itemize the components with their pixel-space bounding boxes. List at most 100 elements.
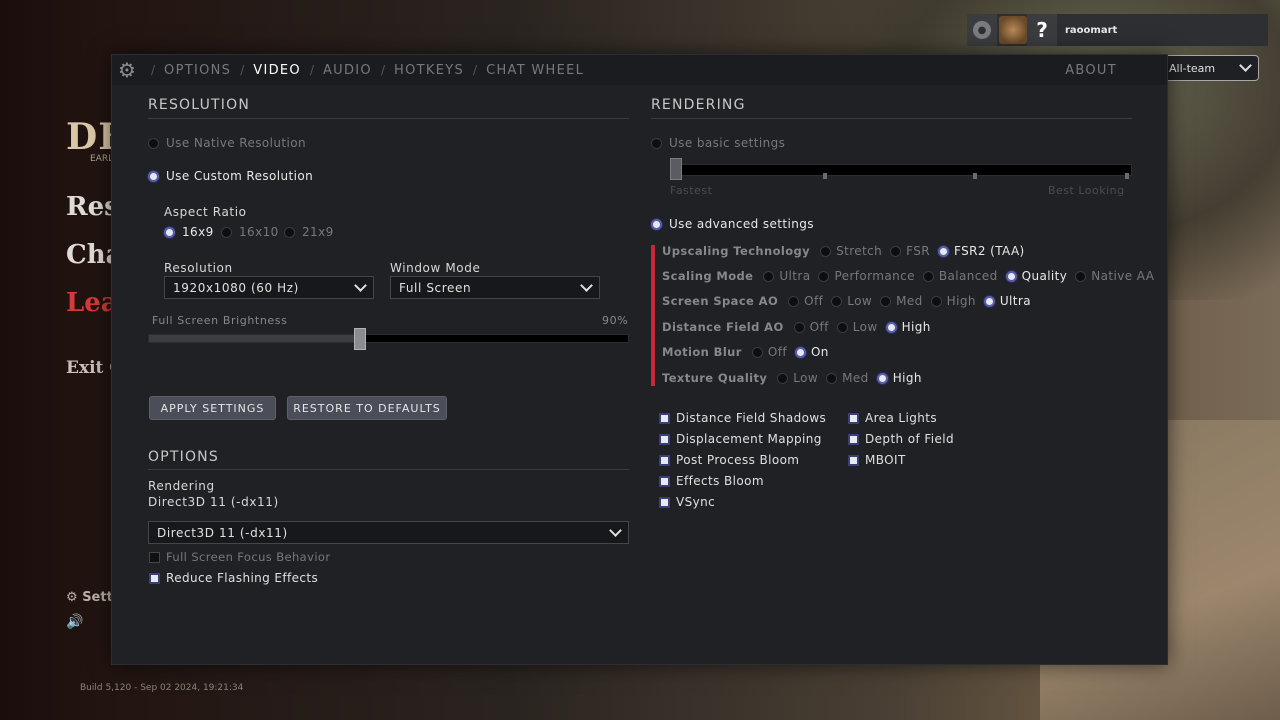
advanced-setting-row: Upscaling Technology Stretch FSR FSR2 (TAA) (662, 244, 1033, 258)
advanced-setting-option[interactable]: Stretch (820, 244, 882, 258)
tab-options[interactable]: OPTIONS (164, 63, 231, 78)
username: raoomart (1065, 24, 1118, 36)
checkbox (149, 572, 160, 584)
advanced-settings-radio[interactable]: Use advanced settings (651, 217, 814, 231)
advanced-setting-option[interactable]: Low (777, 371, 818, 385)
custom-resolution-label: Use Custom Resolution (166, 169, 314, 183)
brightness-slider-thumb[interactable] (353, 328, 366, 350)
help-icon[interactable]: ? (1027, 14, 1057, 46)
gear-icon[interactable]: ⚙ (112, 55, 142, 85)
basic-settings-label: Use basic settings (669, 136, 786, 150)
quality-preset-thumb[interactable] (670, 158, 682, 180)
resolution-value: 1920x1080 (60 Hz) (173, 280, 299, 295)
chevron-down-icon (1239, 59, 1252, 72)
advanced-setting-label: Screen Space AO (662, 294, 779, 308)
radio-button (983, 295, 995, 307)
advanced-settings-label: Use advanced settings (669, 217, 814, 231)
rendering-title: RENDERING (651, 97, 746, 113)
advanced-option-label: Performance (834, 269, 915, 283)
advanced-setting-option[interactable]: Med (880, 294, 923, 308)
restore-defaults-button[interactable]: RESTORE TO DEFAULTS (287, 396, 447, 420)
advanced-setting-option[interactable]: Off (793, 320, 829, 334)
settings-panel: ⚙ / OPTIONS / VIDEO / AUDIO / HOTKEYS / … (111, 54, 1168, 665)
advanced-option-label: Low (793, 371, 819, 385)
tab-video[interactable]: VIDEO (253, 63, 301, 78)
feature-checkbox[interactable]: Area Lights (848, 411, 937, 425)
chevron-down-icon (354, 278, 367, 292)
resolution-dropdown[interactable]: 1920x1080 (60 Hz) (164, 276, 374, 299)
advanced-setting-row: Distance Field AO Off Low High (662, 320, 939, 334)
basic-settings-radio[interactable]: Use basic settings (651, 136, 785, 150)
checkbox (848, 433, 859, 445)
feature-checkbox[interactable]: Depth of Field (848, 432, 954, 446)
aspect-16x10-radio[interactable]: 16x10 (221, 225, 279, 239)
speaker-icon[interactable]: 🔊 (66, 614, 83, 630)
checkbox (659, 496, 670, 508)
tab-hotkeys[interactable]: HOTKEYS (394, 63, 464, 78)
reduce-flashing-checkbox[interactable]: Reduce Flashing Effects (149, 571, 318, 585)
radio-button (793, 321, 805, 333)
team-chat-select[interactable]: All-team (1160, 55, 1259, 81)
advanced-setting-option[interactable]: High (930, 294, 976, 308)
section-divider (651, 118, 1132, 119)
feature-checkbox[interactable]: Displacement Mapping (659, 432, 822, 446)
menu-settings-link[interactable]: ⚙ Sett (66, 590, 113, 605)
aspect-ratio-label: Aspect Ratio (164, 205, 247, 219)
slider-tick (823, 173, 827, 179)
feature-checkbox[interactable]: Effects Bloom (659, 474, 764, 488)
feature-checkbox-label: Post Process Bloom (676, 453, 800, 467)
window-mode-dropdown[interactable]: Full Screen (390, 276, 600, 299)
advanced-setting-option[interactable]: High (885, 320, 931, 334)
advanced-setting-option[interactable]: Low (836, 320, 878, 334)
advanced-setting-option[interactable]: Ultra (763, 269, 810, 283)
radio-button (148, 170, 159, 182)
radio-button (938, 245, 950, 257)
radio-button (876, 372, 888, 384)
advanced-setting-option[interactable]: Low (831, 294, 872, 308)
advanced-setting-option[interactable]: FSR2 (TAA) (938, 244, 1025, 258)
tab-chat-wheel[interactable]: CHAT WHEEL (486, 63, 584, 78)
microphone-icon[interactable]: ● (967, 14, 997, 46)
tab-about[interactable]: ABOUT (1065, 63, 1117, 78)
team-chat-select-value: All-team (1169, 61, 1216, 75)
advanced-setting-option[interactable]: FSR (890, 244, 930, 258)
advanced-setting-label: Upscaling Technology (662, 244, 811, 258)
advanced-setting-option[interactable]: Quality (1005, 269, 1068, 283)
advanced-setting-option[interactable]: Med (826, 371, 869, 385)
aspect-21x9-radio[interactable]: 21x9 (284, 225, 334, 239)
checkbox (659, 475, 670, 487)
advanced-setting-option[interactable]: Performance (818, 269, 915, 283)
brightness-slider[interactable] (148, 334, 629, 343)
radio-button (818, 270, 830, 282)
advanced-setting-option[interactable]: Ultra (983, 294, 1031, 308)
advanced-setting-option[interactable]: Native AA (1075, 269, 1154, 283)
advanced-setting-option[interactable]: Off (751, 345, 787, 359)
apply-settings-button[interactable]: APPLY SETTINGS (149, 396, 276, 420)
radio-button (777, 372, 789, 384)
tab-audio[interactable]: AUDIO (323, 63, 372, 78)
feature-checkbox-label: Depth of Field (865, 432, 955, 446)
aspect-16x9-radio[interactable]: 16x9 (164, 225, 214, 239)
feature-checkbox-label: Area Lights (865, 411, 938, 425)
radio-button (788, 295, 800, 307)
rendering-api-dropdown[interactable]: Direct3D 11 (-dx11) (148, 521, 629, 544)
radio-button (820, 245, 832, 257)
advanced-setting-option[interactable]: Balanced (922, 269, 998, 283)
feature-checkbox[interactable]: MBOIT (848, 453, 906, 467)
radio-button (826, 372, 838, 384)
focus-behavior-checkbox[interactable]: Full Screen Focus Behavior (149, 550, 330, 564)
native-resolution-radio[interactable]: Use Native Resolution (148, 136, 306, 150)
quality-preset-slider[interactable] (670, 164, 1132, 176)
tab-separator: / (309, 63, 314, 77)
advanced-setting-option[interactable]: On (794, 345, 829, 359)
advanced-option-label: Quality (1021, 269, 1068, 283)
advanced-setting-option[interactable]: High (876, 371, 922, 385)
feature-checkbox[interactable]: VSync (659, 495, 715, 509)
custom-resolution-radio[interactable]: Use Custom Resolution (148, 169, 313, 183)
feature-checkbox[interactable]: Distance Field Shadows (659, 411, 826, 425)
section-divider (148, 469, 629, 470)
advanced-option-label: Low (847, 294, 873, 308)
advanced-setting-option[interactable]: Off (788, 294, 823, 308)
brightness-slider-fill (149, 335, 361, 342)
feature-checkbox[interactable]: Post Process Bloom (659, 453, 799, 467)
